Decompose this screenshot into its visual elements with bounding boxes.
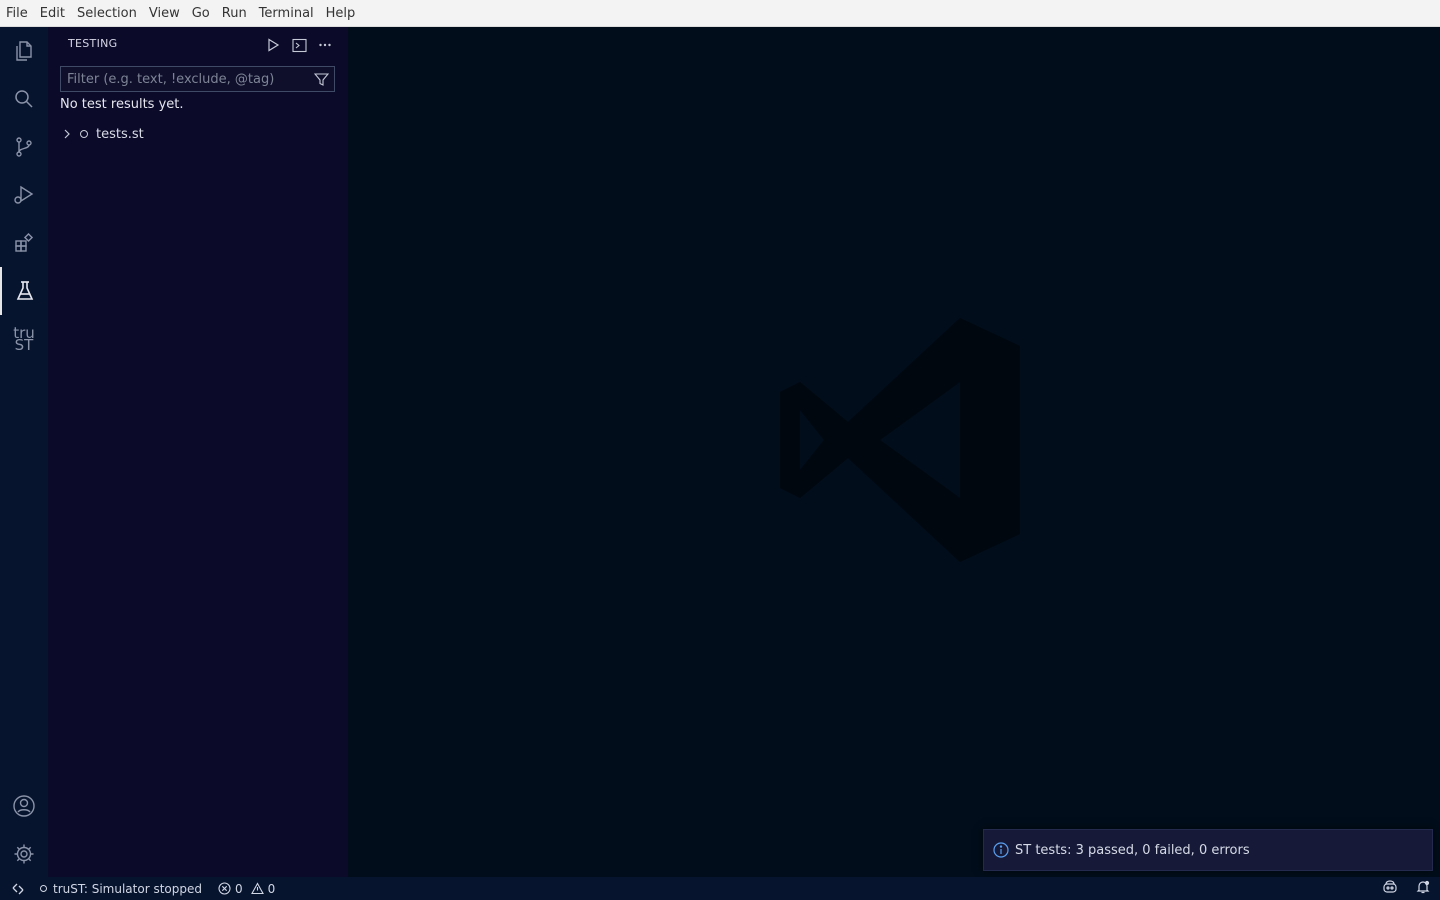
bell-icon <box>1416 880 1430 894</box>
remote-icon <box>12 883 24 894</box>
filter-icon <box>313 72 329 86</box>
menu-help[interactable]: Help <box>320 0 362 27</box>
search-icon <box>15 90 33 108</box>
copilot-icon <box>1383 880 1397 893</box>
menu-edit[interactable]: Edit <box>34 0 71 27</box>
test-status-circle-icon <box>80 130 88 138</box>
settings-button[interactable] <box>0 830 48 878</box>
testing-icon <box>16 281 34 300</box>
simulator-status-label: truST: Simulator stopped <box>53 881 202 896</box>
ellipsis-icon <box>319 43 331 47</box>
simulator-status[interactable]: truST: Simulator stopped <box>40 882 202 896</box>
warning-icon <box>250 882 264 895</box>
trust-label-bottom: ST <box>14 336 34 354</box>
extensions-icon <box>15 232 34 252</box>
info-icon <box>993 842 1009 858</box>
notification-message: ST tests: 3 passed, 0 failed, 0 errors <box>1015 842 1250 858</box>
sidebar-title: TESTING <box>68 37 118 50</box>
settings-gear-icon <box>14 844 34 864</box>
files-icon <box>16 41 32 61</box>
warning-count: 0 <box>267 881 276 896</box>
activity-bar: tru ST <box>0 27 48 877</box>
error-icon <box>218 882 231 895</box>
menu-selection[interactable]: Selection <box>71 0 143 27</box>
testing-button[interactable] <box>0 267 48 315</box>
search-button[interactable] <box>0 75 48 123</box>
editor-area <box>348 27 1440 877</box>
source-control-icon <box>16 137 32 157</box>
menu-file[interactable]: File <box>0 0 34 27</box>
explorer-button[interactable] <box>0 27 48 75</box>
show-output-button[interactable] <box>290 36 308 54</box>
status-bar-right <box>1382 877 1430 900</box>
menu-view[interactable]: View <box>143 0 186 27</box>
test-filter-input[interactable] <box>61 71 308 87</box>
testing-sidebar: TESTING No test results yet. tests.st <box>48 27 348 877</box>
simulator-circle-icon <box>40 885 47 892</box>
test-tree-item-label: tests.st <box>96 126 144 142</box>
trust-icon: tru ST <box>13 326 35 354</box>
sidebar-actions <box>264 36 334 54</box>
filter-button[interactable] <box>308 67 334 91</box>
more-actions-button[interactable] <box>316 36 334 54</box>
menu-terminal[interactable]: Terminal <box>253 0 320 27</box>
run-tests-button[interactable] <box>264 36 282 54</box>
terminal-icon <box>291 38 307 52</box>
menu-bar: File Edit Selection View Go Run Terminal… <box>0 0 1440 27</box>
menu-run[interactable]: Run <box>216 0 253 27</box>
menu-go[interactable]: Go <box>186 0 216 27</box>
notifications-button[interactable] <box>1416 880 1430 897</box>
account-icon <box>13 795 35 817</box>
vscode-logo-watermark <box>780 318 1020 562</box>
remote-indicator[interactable] <box>0 877 36 900</box>
error-count: 0 <box>235 881 243 896</box>
status-bar: truST: Simulator stopped 0 0 <box>0 877 1440 900</box>
source-control-button[interactable] <box>0 123 48 171</box>
problems-indicator[interactable]: 0 0 <box>218 882 275 896</box>
account-button[interactable] <box>0 782 48 830</box>
copilot-button[interactable] <box>1382 880 1398 897</box>
no-results-message: No test results yet. <box>60 97 184 112</box>
extensions-button[interactable] <box>0 219 48 267</box>
test-filter-box <box>60 66 335 92</box>
test-tree-item[interactable]: tests.st <box>60 123 144 145</box>
chevron-right-icon[interactable] <box>60 129 74 139</box>
notification-toast[interactable]: ST tests: 3 passed, 0 failed, 0 errors <box>983 829 1433 871</box>
run-debug-button[interactable] <box>0 171 48 219</box>
play-icon <box>268 38 280 52</box>
trust-button[interactable]: tru ST <box>0 315 48 363</box>
run-debug-icon <box>14 185 34 204</box>
